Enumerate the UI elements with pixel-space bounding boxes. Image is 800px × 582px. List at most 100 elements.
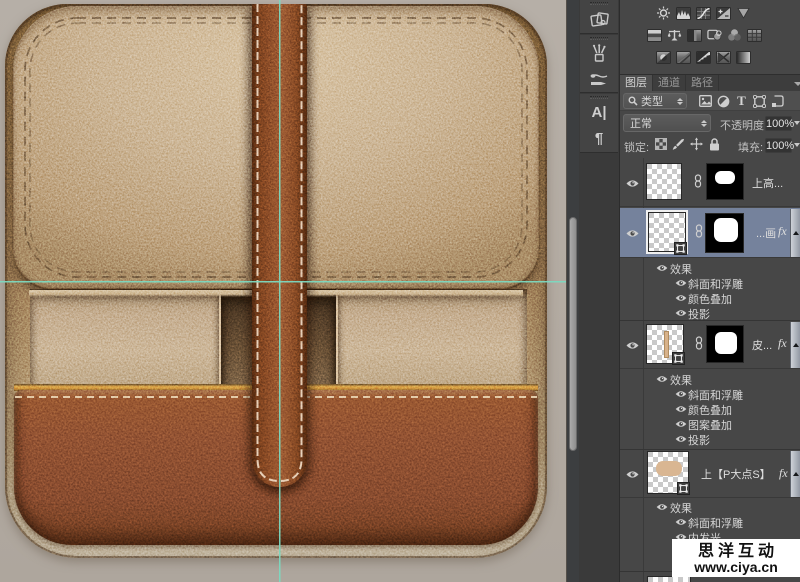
curves-icon[interactable] [696, 7, 711, 20]
paragraph-panel-icon[interactable]: ¶ [580, 125, 618, 151]
layer-3-fx-badge[interactable]: fx [778, 336, 787, 351]
fill-dropdown-arrow[interactable] [794, 143, 800, 147]
posterize-icon[interactable] [676, 51, 691, 64]
artwork-body-panel-right [336, 289, 527, 391]
mask-shape [715, 332, 737, 354]
mask-shape [714, 218, 738, 242]
visibility-eye-icon[interactable] [626, 229, 639, 238]
effects-eye-icon[interactable] [656, 503, 668, 511]
layer-4-fx-badge[interactable]: fx [779, 466, 788, 481]
invert-icon[interactable] [656, 51, 671, 64]
tab-channels[interactable]: 通道 [653, 75, 686, 92]
effect-item[interactable]: 颜色叠加 [688, 291, 732, 307]
adjustment-layer-filter-icon[interactable] [717, 95, 730, 108]
effect-eye-icon[interactable] [675, 435, 687, 443]
panel-tabs: 图层 通道 路径 [620, 74, 800, 91]
layer-filter-row: 类型 T [620, 91, 800, 111]
layer-3-mask-thumbnail[interactable] [706, 325, 744, 363]
photo-filter-icon[interactable] [707, 28, 722, 42]
threshold-icon[interactable] [696, 51, 711, 64]
effect-item[interactable]: 图案叠加 [688, 417, 732, 433]
panel-menu-arrow-icon[interactable] [794, 82, 800, 86]
opacity-value[interactable]: 100% [765, 116, 792, 131]
blend-mode-dropdown[interactable]: 正常 [623, 114, 711, 132]
layer-2-name[interactable]: ...画 [756, 225, 776, 241]
opacity-label: 不透明度: [720, 117, 767, 133]
opacity-dropdown-arrow[interactable] [794, 121, 800, 125]
effect-item[interactable]: 斜面和浮雕 [688, 515, 743, 531]
guide-vertical[interactable] [279, 0, 280, 582]
channel-mixer-icon[interactable] [727, 28, 742, 42]
visibility-eye-icon[interactable] [626, 470, 639, 479]
brush-panel-icon[interactable] [580, 40, 618, 66]
exposure-icon[interactable] [716, 7, 731, 20]
lock-all-icon[interactable] [708, 137, 721, 151]
pixel-layer-filter-icon[interactable] [699, 95, 712, 108]
layer-4-name[interactable]: 上【P大点S】 [701, 466, 771, 482]
effect-item[interactable]: 斜面和浮雕 [688, 387, 743, 403]
lock-transparency-icon[interactable] [654, 137, 667, 151]
filter-kind-dropdown[interactable]: 类型 [623, 93, 687, 109]
effects-header[interactable]: 效果 [670, 372, 692, 388]
effect-item[interactable]: 斜面和浮雕 [688, 276, 743, 292]
layer-4-vector-mask-badge [677, 482, 690, 495]
visibility-eye-icon[interactable] [626, 179, 639, 188]
clone-source-panel-icon[interactable] [580, 5, 618, 33]
document-scrollbar-thumb[interactable] [569, 217, 577, 451]
smart-object-filter-icon[interactable] [771, 95, 784, 108]
layer-2-vector-mask-badge [674, 242, 687, 255]
effects-eye-icon[interactable] [656, 264, 668, 272]
document-canvas[interactable] [0, 0, 566, 582]
layer-filter-icons: T [699, 93, 784, 109]
visibility-eye-icon[interactable] [626, 341, 639, 350]
effects-header[interactable]: 效果 [670, 261, 692, 277]
hue-saturation-icon[interactable] [647, 29, 662, 42]
effect-eye-icon[interactable] [675, 420, 687, 428]
layer-2-fx-badge[interactable]: fx [778, 224, 787, 239]
layer-1-name[interactable]: 上高... [752, 175, 783, 191]
vibrance-icon[interactable] [736, 6, 751, 20]
guide-horizontal[interactable] [0, 281, 566, 282]
effect-eye-icon[interactable] [675, 518, 687, 526]
layer-1-mask-thumbnail[interactable] [706, 163, 744, 200]
effect-eye-icon[interactable] [675, 279, 687, 287]
shape-layer-filter-icon[interactable] [753, 95, 766, 108]
color-lookup-icon[interactable] [747, 29, 762, 42]
effect-item[interactable]: 颜色叠加 [688, 402, 732, 418]
color-balance-icon[interactable] [667, 28, 682, 42]
effect-eye-icon[interactable] [675, 390, 687, 398]
adjustments-row-2 [647, 28, 762, 42]
black-white-icon[interactable] [687, 29, 702, 42]
layer-1-thumbnail[interactable] [646, 163, 682, 200]
effect-item[interactable]: 投影 [688, 432, 710, 448]
selective-color-icon[interactable] [716, 51, 731, 64]
effects-eye-icon[interactable] [656, 375, 668, 383]
document-scrollbar[interactable] [566, 0, 579, 582]
brush-presets-panel-icon[interactable] [580, 66, 618, 92]
effects-header[interactable]: 效果 [670, 500, 692, 516]
effect-eye-icon[interactable] [675, 309, 687, 317]
lock-paint-icon[interactable] [672, 137, 685, 151]
levels-icon[interactable] [676, 7, 691, 20]
type-layer-filter-icon[interactable]: T [735, 95, 748, 108]
tab-layers[interactable]: 图层 [620, 75, 653, 92]
blend-mode-spinner [701, 120, 707, 127]
dock-group-2 [580, 35, 618, 93]
tab-paths[interactable]: 路径 [686, 75, 719, 92]
effect-eye-icon[interactable] [675, 405, 687, 413]
layers-list: 上高... ...画 fx 效果 斜面和浮雕 颜色叠加 投影 [620, 158, 800, 582]
adjustments-row-3 [656, 50, 751, 64]
brightness-contrast-icon[interactable] [656, 6, 671, 20]
collapse-effects-button[interactable] [790, 209, 800, 257]
blend-mode-value: 正常 [630, 115, 652, 131]
collapse-effects-button[interactable] [790, 322, 800, 368]
gradient-map-icon[interactable] [736, 51, 751, 64]
layer-3-name[interactable]: 皮... [752, 337, 772, 353]
layer-2-mask-thumbnail[interactable] [705, 213, 744, 253]
fill-value[interactable]: 100% [765, 138, 792, 153]
lock-position-icon[interactable] [690, 137, 703, 151]
character-panel-icon[interactable]: A| [580, 99, 618, 125]
effect-eye-icon[interactable] [675, 294, 687, 302]
collapse-effects-button[interactable] [790, 451, 800, 497]
layer-3-vector-mask-badge [672, 352, 685, 365]
